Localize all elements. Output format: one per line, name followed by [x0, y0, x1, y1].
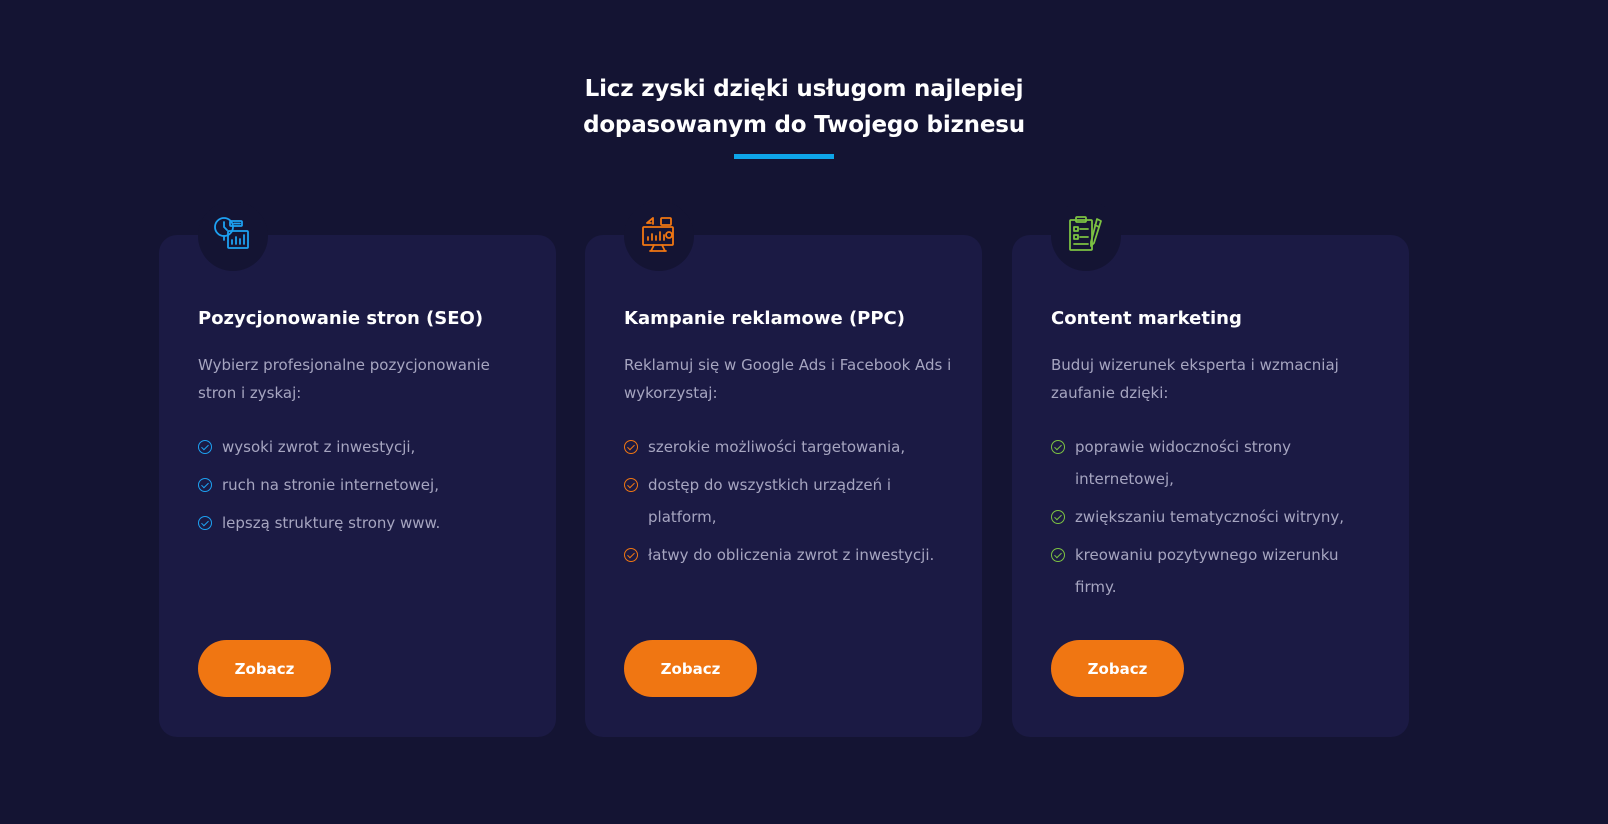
list-item-text: dostęp do wszystkich urządzeń i platform… [648, 476, 892, 526]
list-item-text: poprawie widoczności strony internetowej… [1075, 438, 1292, 488]
zobacz-button-content-marketing[interactable]: Zobacz [1051, 640, 1184, 697]
list-item-text: wysoki zwrot z inwestycji, [222, 438, 416, 456]
list-item: dostęp do wszystkich urządzeń i platform… [624, 469, 944, 533]
section-title-line-2: dopasowanym do Twojego biznesu [583, 112, 1025, 139]
list-item: kreowaniu pozytywnego wizerunku firmy. [1051, 539, 1371, 603]
list-item: łatwy do obliczenia zwrot z inwestycji. [624, 539, 944, 571]
card-description: Reklamuj się w Google Ads i Facebook Ads… [624, 356, 952, 402]
list-item-text: szerokie możliwości targetowania, [648, 438, 906, 456]
zobacz-button-ppc[interactable]: Zobacz [624, 640, 757, 697]
card-title: Kampanie reklamowe (PPC) [624, 308, 905, 329]
card-benefits-list: szerokie możliwości targetowania, dostęp… [624, 431, 944, 577]
list-item: szerokie możliwości targetowania, [624, 431, 944, 463]
section-title-line-1: Licz zyski dzięki usługom najlepiej [584, 76, 1024, 103]
check-circle-icon [198, 478, 212, 492]
list-item: wysoki zwrot z inwestycji, [198, 431, 518, 463]
service-card-ppc: Kampanie reklamowe (PPC) Reklamuj się w … [585, 201, 982, 737]
check-circle-icon [624, 440, 638, 454]
card-description: Buduj wizerunek eksperta i wzmacniaj zau… [1051, 356, 1339, 402]
title-underline [734, 154, 834, 159]
list-item-text: lepszą strukturę strony www. [222, 514, 441, 532]
check-circle-icon [198, 440, 212, 454]
list-item: lepszą strukturę strony www. [198, 507, 518, 539]
check-circle-icon [1051, 548, 1065, 562]
zobacz-button-seo[interactable]: Zobacz [198, 640, 331, 697]
list-item: ruch na stronie internetowej, [198, 469, 518, 501]
check-circle-icon [1051, 510, 1065, 524]
section-title: Licz zyski dzięki usługom najlepiej dopa… [0, 71, 1608, 143]
card-benefits-list: wysoki zwrot z inwestycji, ruch na stron… [198, 431, 518, 545]
check-circle-icon [624, 478, 638, 492]
list-item: zwiększaniu tematyczności witryny, [1051, 501, 1371, 533]
check-circle-icon [1051, 440, 1065, 454]
list-item-text: ruch na stronie internetowej, [222, 476, 439, 494]
content-marketing-icon [1069, 216, 1102, 251]
card-icon-circle [1051, 201, 1121, 271]
card-icon-circle [198, 201, 268, 271]
card-description: Wybierz profesjonalne pozycjonowanie str… [198, 356, 490, 402]
check-circle-icon [198, 516, 212, 530]
service-card-content-marketing: Content marketing Buduj wizerunek eksper… [1012, 201, 1409, 737]
list-item-text: zwiększaniu tematyczności witryny, [1075, 508, 1345, 526]
ppc-campaign-icon [642, 217, 674, 252]
card-title: Content marketing [1051, 308, 1242, 329]
seo-analytics-icon [214, 217, 249, 249]
list-item-text: kreowaniu pozytywnego wizerunku firmy. [1075, 546, 1339, 596]
card-title: Pozycjonowanie stron (SEO) [198, 308, 484, 329]
service-card-seo: Pozycjonowanie stron (SEO) Wybierz profe… [159, 201, 556, 737]
list-item: poprawie widoczności strony internetowej… [1051, 431, 1371, 495]
list-item-text: łatwy do obliczenia zwrot z inwestycji. [648, 546, 935, 564]
check-circle-icon [624, 548, 638, 562]
card-icon-circle [624, 201, 694, 271]
card-benefits-list: poprawie widoczności strony internetowej… [1051, 431, 1371, 609]
